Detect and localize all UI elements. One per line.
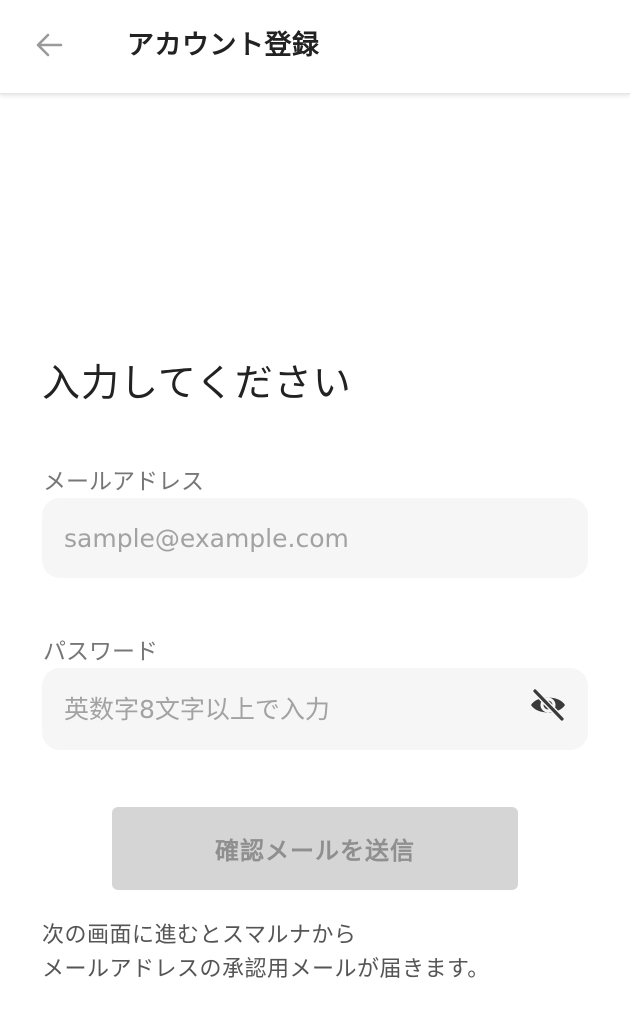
app-bar: アカウント登録 [0, 0, 630, 94]
eye-off-icon [528, 685, 568, 729]
password-label: パスワード [43, 639, 158, 665]
password-visibility-toggle[interactable] [528, 687, 568, 727]
arrow-left-icon [34, 30, 64, 64]
note-line-2: メールアドレスの承認用メールが届きます。 [42, 957, 490, 982]
note-line-1: 次の画面に進むとスマルナから [42, 923, 357, 948]
form-heading: 入力してください [42, 361, 352, 405]
page-title: アカウント登録 [127, 30, 320, 61]
send-confirmation-email-button[interactable]: 確認メールを送信 [112, 807, 518, 890]
email-label: メールアドレス [43, 469, 204, 495]
email-field[interactable] [64, 498, 564, 578]
password-field-container [42, 668, 588, 750]
email-field-container [42, 498, 588, 578]
password-field[interactable] [64, 668, 504, 750]
back-button[interactable] [26, 24, 72, 70]
